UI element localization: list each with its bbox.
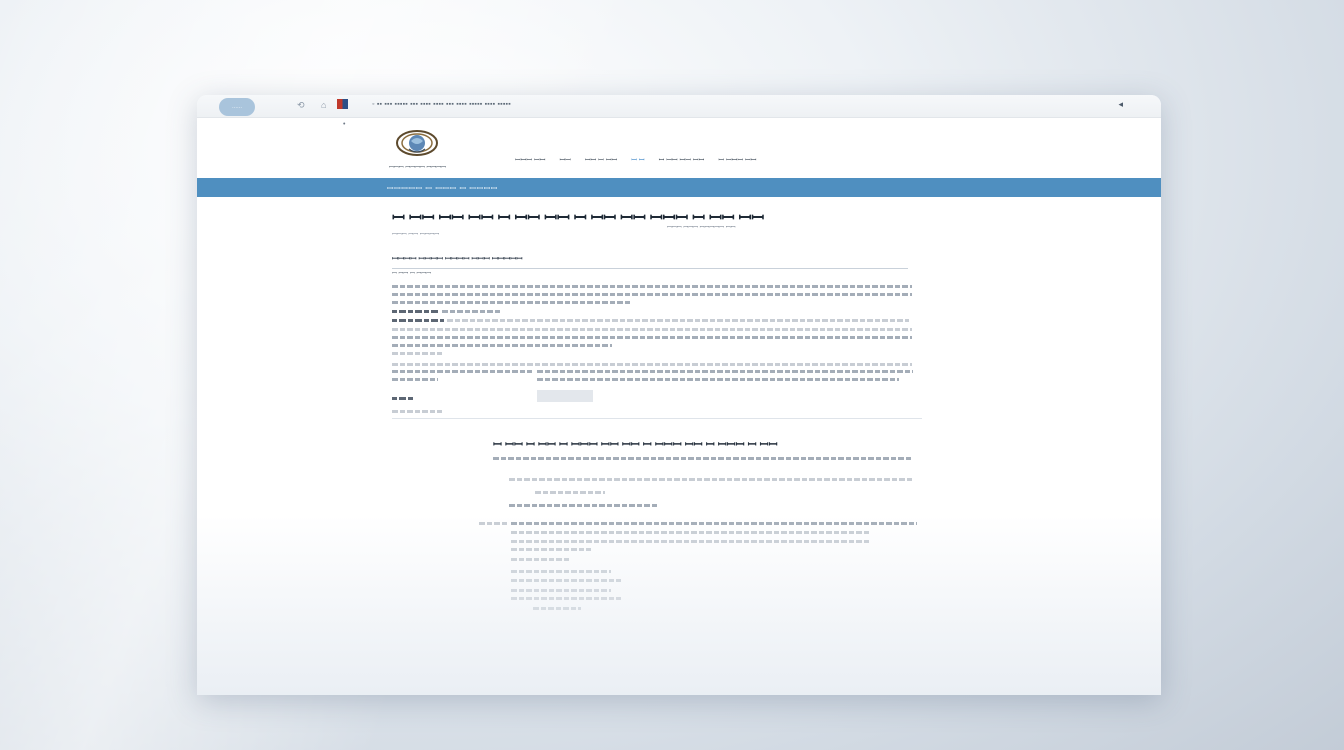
- text-line: [392, 328, 912, 331]
- browser-tab[interactable]: ......: [219, 98, 255, 116]
- article-meta: ꟷ ꟷꟷ ꟷ ꟷꟷꟷ: [392, 271, 432, 277]
- text-line: [511, 558, 571, 561]
- section-heading: ꟷꟷꟷꟷ ꟷꟷꟷꟷ ꟷꟷꟷꟷ ꟷꟷꟷ ꟷꟷꟷꟷꟷ: [392, 254, 908, 269]
- nav-item[interactable]: ꟷ ꟷꟷ ꟷꟷ ꟷꟷ: [659, 156, 705, 165]
- text-line: [511, 579, 621, 582]
- nav-item[interactable]: ꟷ ꟷ: [631, 156, 644, 165]
- text-line: [511, 548, 591, 551]
- nav-item[interactable]: ꟷꟷ ꟷ ꟷꟷ: [585, 156, 617, 165]
- text-line: [511, 589, 611, 592]
- text-line: [392, 363, 912, 366]
- site-logo[interactable]: [395, 125, 439, 161]
- home-icon[interactable]: ⌂: [321, 100, 326, 110]
- text-line: [447, 319, 909, 322]
- text-line: [442, 310, 502, 313]
- text-line: [511, 522, 917, 525]
- text-line: [509, 504, 659, 507]
- address-bar[interactable]: ◦ ▪▪ ▪▪▪ ▪▪▪▪▪ ▪▪▪ ▪▪▪▪ ▪▪▪▪ ▪▪▪ ▪▪▪▪ ▪▪…: [372, 101, 511, 108]
- section-bar: ꟷꟷꟷꟷꟷ ꟷ ꟷꟷꟷ ꟷ ꟷꟷꟷꟷ: [197, 178, 1161, 197]
- text-line: [511, 597, 621, 600]
- bookmark-dot-icon: •: [343, 121, 346, 128]
- flag-icon: [337, 99, 348, 109]
- divider: [392, 418, 922, 419]
- text-line: [392, 378, 438, 381]
- section-bar-label[interactable]: ꟷꟷꟷꟷꟷ ꟷ ꟷꟷꟷ ꟷ ꟷꟷꟷꟷ: [387, 183, 498, 194]
- text-line: [509, 478, 913, 481]
- text-line: [392, 344, 612, 347]
- text-line: [392, 370, 532, 373]
- text-line: [535, 491, 605, 494]
- nav-item[interactable]: ꟷꟷ: [559, 156, 570, 165]
- text-line: [479, 522, 509, 525]
- text-line: [392, 301, 632, 304]
- nav-item[interactable]: ꟷꟷꟷ ꟷꟷ: [515, 156, 545, 165]
- article-date: ꟷꟷꟷ ꟷꟷ ꟷꟷꟷꟷ: [392, 232, 440, 238]
- text-line: [392, 352, 442, 355]
- text-line: [537, 370, 913, 373]
- text-line: [511, 531, 871, 534]
- text-line: [533, 607, 581, 610]
- text-line: [392, 293, 912, 296]
- text-line: [392, 319, 444, 322]
- section-subtitle: ꟷ ꟷꟷ ꟷ ꟷꟷ ꟷ ꟷꟷꟷ ꟷꟷ ꟷꟷ ꟷ ꟷꟷꟷ ꟷꟷ ꟷ ꟷꟷꟷ ꟷ ꟷ…: [493, 439, 778, 451]
- text-line: [511, 540, 871, 543]
- reload-icon[interactable]: ⟲: [297, 100, 305, 110]
- text-line: [392, 336, 912, 339]
- image-placeholder: [537, 390, 593, 402]
- text-line: [392, 285, 912, 288]
- back-arrow-icon[interactable]: ◂: [1118, 99, 1123, 110]
- text-line: [392, 397, 414, 400]
- text-line: [537, 378, 899, 381]
- browser-window: ...... ⟲ ⌂ ◦ ▪▪ ▪▪▪ ▪▪▪▪▪ ▪▪▪ ▪▪▪▪ ▪▪▪▪ …: [197, 95, 1161, 695]
- title-subtext: ꟷꟷꟷ ꟷꟷꟷ ꟷꟷꟷꟷꟷ ꟷꟷ: [667, 225, 736, 231]
- main-nav: ꟷꟷꟷ ꟷꟷ ꟷꟷ ꟷꟷ ꟷ ꟷꟷ ꟷ ꟷ ꟷ ꟷꟷ ꟷꟷ ꟷꟷ ꟷ ꟷꟷꟷ ꟷ…: [515, 156, 756, 165]
- nav-item[interactable]: ꟷ ꟷꟷꟷ ꟷꟷ: [718, 156, 756, 165]
- text-line: [493, 457, 913, 460]
- browser-toolbar: ...... ⟲ ⌂ ◦ ▪▪ ▪▪▪ ▪▪▪▪▪ ▪▪▪ ▪▪▪▪ ▪▪▪▪ …: [197, 95, 1161, 118]
- logo-caption: ꟷꟷꟷ ꟷꟷꟷꟷ ꟷꟷꟷꟷ: [389, 165, 447, 171]
- text-line: [511, 570, 611, 573]
- text-line: [392, 410, 442, 413]
- text-line: [392, 310, 440, 313]
